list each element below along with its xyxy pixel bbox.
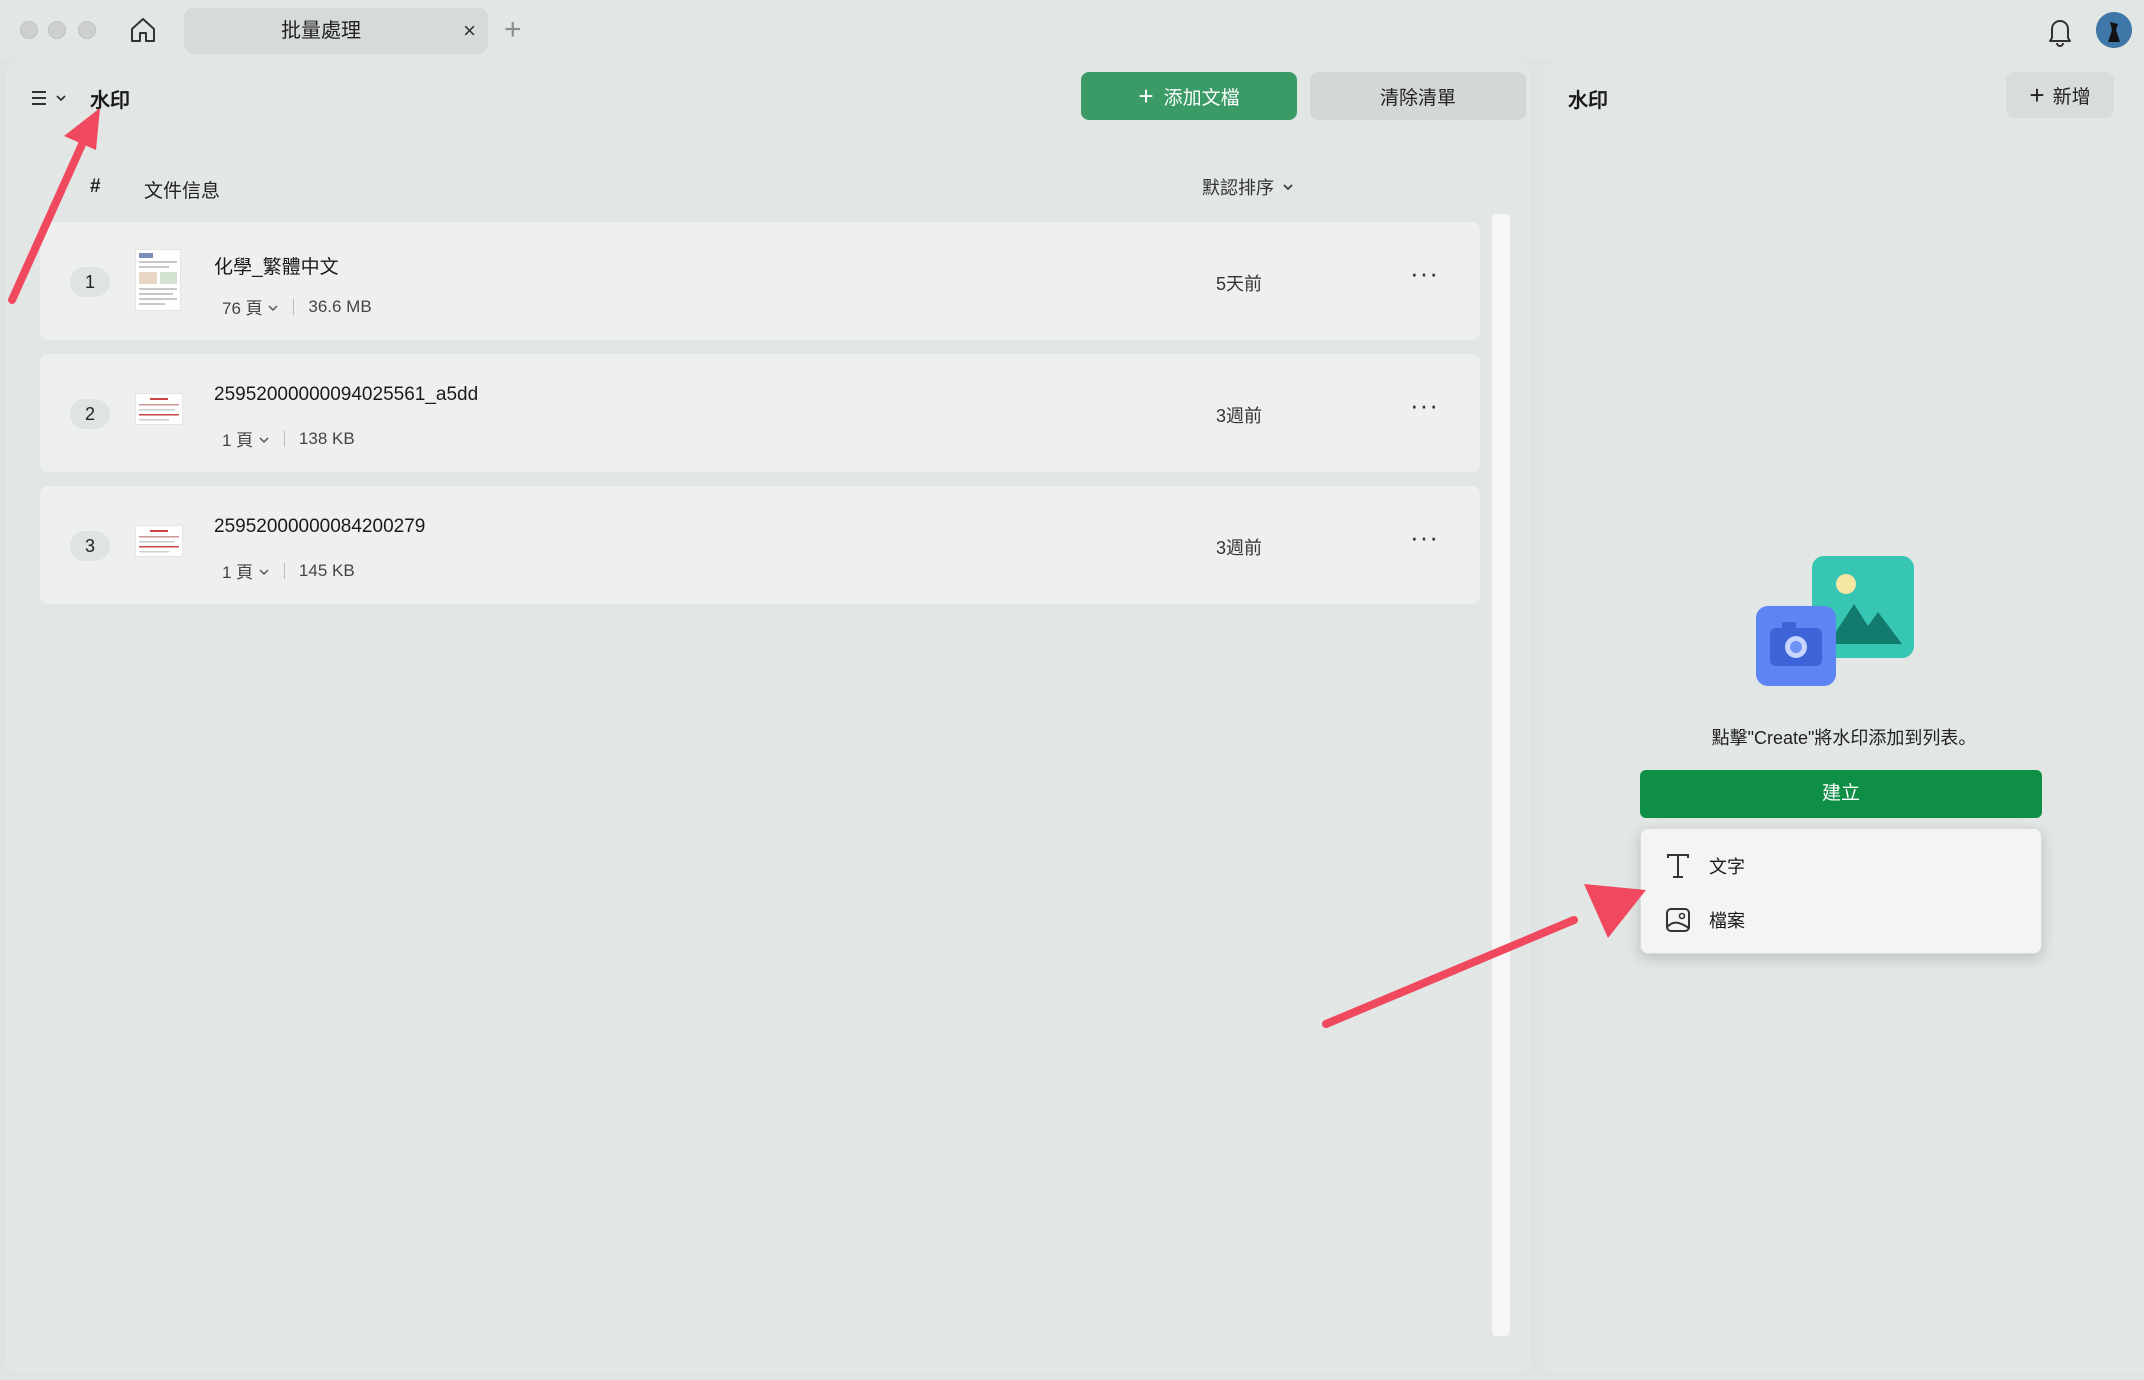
home-icon <box>131 18 155 42</box>
column-header-file-info: 文件信息 <box>144 181 221 202</box>
page-count-dropdown[interactable]: 76 頁 <box>222 294 279 319</box>
page-count: 1 頁 <box>222 563 254 582</box>
row-number: 3 <box>70 531 110 561</box>
clear-list-button[interactable]: 清除清單 <box>1310 72 1526 120</box>
menu-button[interactable] <box>30 82 76 114</box>
hamburger-menu-icon <box>32 91 46 105</box>
page-count: 76 頁 <box>222 299 263 318</box>
tab-close-button[interactable]: × <box>463 8 476 54</box>
divider <box>283 430 285 447</box>
user-avatar-icon <box>2096 12 2132 48</box>
page-count-dropdown[interactable]: 1 頁 <box>222 426 270 451</box>
file-row[interactable]: 1 化學_繁體中文 76 頁 36.6 MB 5天前 ··· <box>40 222 1480 340</box>
file-size: 145 KB <box>298 560 355 580</box>
close-window-button[interactable] <box>20 21 38 39</box>
document-thumbnail-icon <box>139 253 177 305</box>
row-number: 1 <box>70 267 110 297</box>
image-file-icon <box>1663 905 1693 935</box>
file-modified-time: 3週前 <box>1216 406 1263 426</box>
page-count: 1 頁 <box>222 431 254 450</box>
watermark-panel-title: 水印 <box>1568 90 1608 112</box>
chevron-down-icon <box>1283 184 1293 191</box>
new-watermark-button[interactable]: + 新增 <box>2006 72 2114 118</box>
document-thumbnail-icon <box>139 398 179 421</box>
tab-batch-processing[interactable]: 批量處理 × <box>184 8 488 54</box>
file-modified-time: 3週前 <box>1216 538 1263 558</box>
divider <box>293 298 295 315</box>
menu-item-file[interactable]: 檔案 <box>1641 893 2041 947</box>
chevron-down-icon <box>56 95 66 102</box>
file-thumbnail <box>136 250 180 310</box>
chevron-down-icon <box>259 437 269 444</box>
text-icon <box>1663 851 1693 881</box>
file-thumbnail <box>136 394 182 424</box>
minimize-window-button[interactable] <box>48 21 66 39</box>
file-meta: 76 頁 36.6 MB <box>222 294 372 319</box>
page-title: 水印 <box>90 90 130 112</box>
create-dropdown-menu: 文字 檔案 <box>1640 828 2042 954</box>
notification-button[interactable] <box>2044 14 2076 48</box>
file-modified-time: 5天前 <box>1216 274 1263 294</box>
sort-dropdown[interactable]: 默認排序 <box>1202 174 1294 200</box>
tab-title: 批量處理 <box>281 20 361 42</box>
row-number: 2 <box>70 399 110 429</box>
batch-file-panel: 水印 + 添加文檔 清除清單 # 文件信息 默認排序 1 化學_繁體中文 76 … <box>6 62 1530 1374</box>
chevron-down-icon <box>268 305 278 312</box>
file-row[interactable]: 2 25952000000094025561_a5dd 1 頁 138 KB 3… <box>40 354 1480 472</box>
plus-icon: + <box>1138 81 1154 111</box>
more-options-button[interactable]: ··· <box>1410 258 1439 289</box>
create-button[interactable]: 建立 <box>1640 770 2042 818</box>
add-document-label: 添加文檔 <box>1163 87 1240 109</box>
file-row[interactable]: 3 25952000000084200279 1 頁 145 KB 3週前 ··… <box>40 486 1480 604</box>
image-camera-illustration-icon <box>1756 556 1914 686</box>
empty-state-illustration <box>1756 556 1928 696</box>
title-bar: 批量處理 × + <box>0 0 2144 60</box>
sort-label: 默認排序 <box>1202 178 1274 198</box>
empty-state-hint: 點擊"Create"將水印添加到列表。 <box>1711 728 1977 748</box>
avatar[interactable] <box>2096 12 2132 48</box>
add-document-button[interactable]: + 添加文檔 <box>1081 72 1297 120</box>
watermark-panel: 水印 + 新增 點擊"Create"將水印添加到列表。 建立 文字 檔案 <box>1544 62 2144 1374</box>
menu-item-text[interactable]: 文字 <box>1641 839 2041 893</box>
page-count-dropdown[interactable]: 1 頁 <box>222 558 270 583</box>
new-tab-button[interactable]: + <box>504 8 522 52</box>
more-options-button[interactable]: ··· <box>1410 390 1439 421</box>
column-header-number: # <box>90 176 101 197</box>
file-size: 36.6 MB <box>308 296 372 316</box>
document-thumbnail-icon <box>139 530 179 553</box>
more-options-button[interactable]: ··· <box>1410 522 1439 553</box>
divider <box>283 562 285 579</box>
scrollbar[interactable] <box>1492 214 1510 1336</box>
maximize-window-button[interactable] <box>78 21 96 39</box>
plus-icon: + <box>2029 80 2045 110</box>
home-button[interactable] <box>126 14 160 46</box>
menu-item-label: 文字 <box>1709 857 1745 877</box>
file-meta: 1 頁 145 KB <box>222 558 355 583</box>
file-name: 25952000000094025561_a5dd <box>214 384 479 405</box>
bell-icon <box>2049 20 2071 47</box>
new-label: 新增 <box>2052 86 2091 108</box>
file-name: 25952000000084200279 <box>214 516 426 537</box>
file-name: 化學_繁體中文 <box>214 257 339 278</box>
menu-item-label: 檔案 <box>1709 911 1745 931</box>
file-meta: 1 頁 138 KB <box>222 426 355 451</box>
chevron-down-icon <box>259 569 269 576</box>
file-size: 138 KB <box>298 428 355 448</box>
file-thumbnail <box>136 526 182 556</box>
